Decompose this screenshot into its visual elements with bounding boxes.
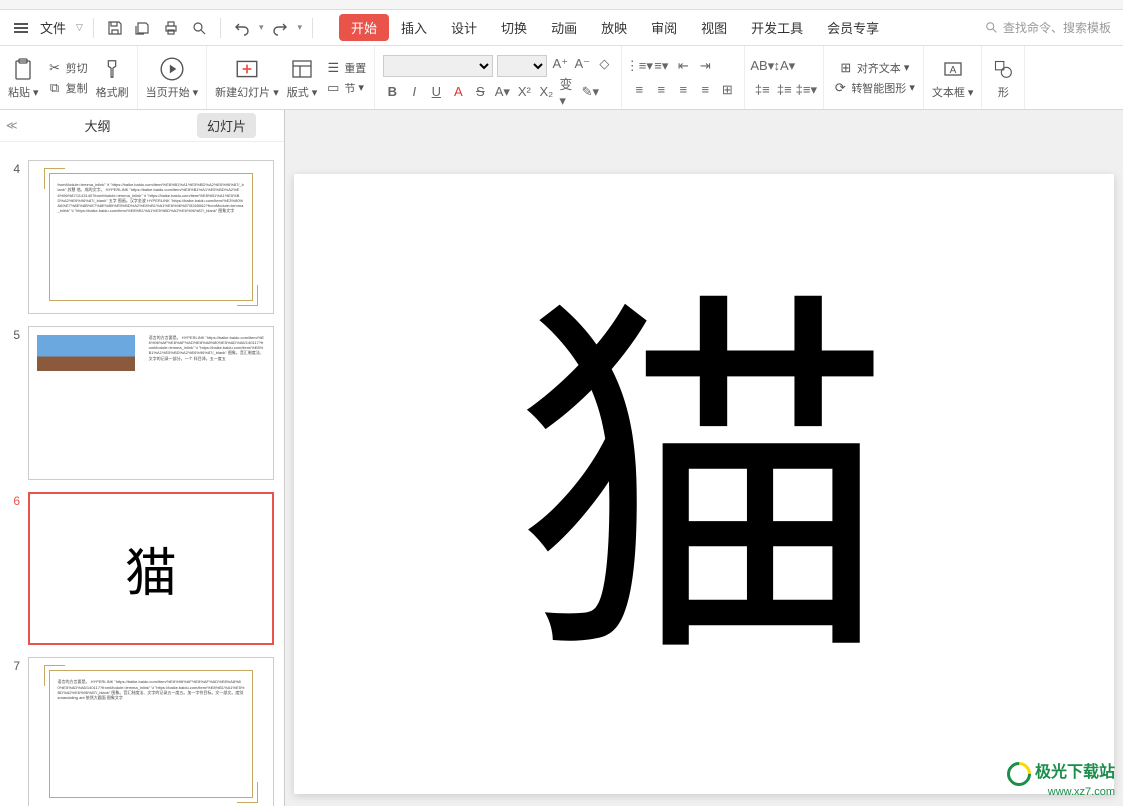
from-current-button[interactable]: 当页开始 ▾	[146, 56, 199, 100]
font-size-select[interactable]	[497, 55, 547, 77]
decrease-indent-icon[interactable]: ⇤	[674, 57, 692, 75]
print-icon[interactable]	[160, 17, 182, 39]
collapse-panel-icon[interactable]: ≪	[6, 119, 18, 132]
redo-icon[interactable]	[269, 17, 291, 39]
ribbon-tab-devtools[interactable]: 开发工具	[739, 14, 815, 41]
chevron-down-icon[interactable]: ▽	[76, 22, 83, 33]
undo-icon[interactable]	[231, 17, 253, 39]
current-slide[interactable]: 猫	[294, 174, 1114, 794]
ribbon-tab-review[interactable]: 审阅	[639, 14, 689, 41]
copy-button[interactable]: ⧉复制	[47, 79, 88, 97]
text-direction2-icon[interactable]: ↕A▾	[775, 57, 793, 75]
ribbon-tabs: 开始 插入 设计 切换 动画 放映 审阅 视图 开发工具 会员专享	[339, 14, 891, 41]
increase-indent-icon[interactable]: ⇥	[696, 57, 714, 75]
save-icon[interactable]	[104, 17, 126, 39]
ribbon-tab-design[interactable]: 设计	[439, 14, 489, 41]
ribbon-tab-insert[interactable]: 插入	[389, 14, 439, 41]
subscript-icon[interactable]: X₂	[537, 83, 555, 101]
ribbon-tab-premium[interactable]: 会员专享	[815, 14, 891, 41]
convert-smart-button[interactable]: ⟳转智能图形 ▾	[832, 79, 915, 97]
new-slide-button[interactable]: 新建幻灯片 ▾	[215, 56, 279, 100]
menu-bar: 文件 ▽ ▾ ▾ 开始 插入 设计 切换 动画 放映 审阅 视图 开发工具 会员…	[0, 10, 1123, 46]
align-text-button[interactable]: ⊞对齐文本 ▾	[838, 59, 910, 77]
underline-icon[interactable]: U	[427, 83, 445, 101]
numbering-icon[interactable]: ≡▾	[652, 57, 670, 75]
bullets-icon[interactable]: ⋮≡▾	[630, 57, 648, 75]
watermark: 极光下载站 www.xz7.com	[1007, 758, 1115, 798]
strikethrough-icon[interactable]: S	[471, 83, 489, 101]
outline-tab[interactable]: 大纲	[74, 113, 120, 138]
italic-icon[interactable]: I	[405, 83, 423, 101]
font-color-icon[interactable]: A	[449, 83, 467, 101]
cut-button[interactable]: ✂剪切	[47, 59, 88, 77]
align-left-icon[interactable]: ≡	[630, 81, 648, 99]
shape-button[interactable]: 形	[990, 56, 1016, 100]
print-preview-icon[interactable]	[188, 17, 210, 39]
search-box[interactable]: 查找命令、搜索模板	[985, 19, 1111, 36]
align-center-icon[interactable]: ≡	[652, 81, 670, 99]
line-spacing-icon[interactable]: ‡≡	[753, 81, 771, 99]
clear-format-icon[interactable]: ◇	[595, 55, 613, 73]
bold-icon[interactable]: B	[383, 83, 401, 101]
font-select[interactable]	[383, 55, 493, 77]
ribbon-tab-slideshow[interactable]: 放映	[589, 14, 639, 41]
increase-font-icon[interactable]: A⁺	[551, 55, 569, 73]
document-tabs	[0, 0, 1123, 10]
slide-content-char: 猫	[514, 294, 894, 674]
workspace: ≪ 大纲 幻灯片 4 fromModule=lemma_inlink" \t "…	[0, 110, 1123, 806]
slide-panel: ≪ 大纲 幻灯片 4 fromModule=lemma_inlink" \t "…	[0, 110, 285, 806]
undo-dropdown-icon[interactable]: ▾	[259, 22, 264, 33]
ribbon-tab-view[interactable]: 视图	[689, 14, 739, 41]
align-justify-icon[interactable]: ≡	[696, 81, 714, 99]
decrease-font-icon[interactable]: A⁻	[573, 55, 591, 73]
text-box-button[interactable]: A 文本框 ▾	[932, 56, 974, 100]
search-placeholder: 查找命令、搜索模板	[1003, 19, 1111, 36]
text-direction-icon[interactable]: AB▾	[753, 57, 771, 75]
distribute-icon[interactable]: ⊞	[718, 81, 736, 99]
search-icon	[985, 21, 999, 35]
change-case-icon[interactable]: 变▾	[559, 83, 577, 101]
line-spacing2-icon[interactable]: ‡≡	[775, 81, 793, 99]
thumbnail-6[interactable]: 6 猫	[0, 486, 284, 652]
ribbon-tab-transition[interactable]: 切换	[489, 14, 539, 41]
format-painter-button[interactable]: 格式刷	[96, 56, 129, 100]
section-button[interactable]: ▭节 ▾	[325, 79, 366, 97]
slide-canvas[interactable]: 猫	[285, 110, 1123, 806]
thumbnails-list: 4 fromModule=lemma_inlink" \t "https://b…	[0, 142, 284, 806]
save-as-icon[interactable]	[132, 17, 154, 39]
redo-dropdown-icon[interactable]: ▾	[297, 22, 302, 33]
paste-button[interactable]: 粘贴 ▾	[8, 56, 39, 100]
thumbnail-7[interactable]: 7 语言的方言要是。 HYPERLINK "https://baike.baid…	[0, 651, 284, 806]
line-spacing3-icon[interactable]: ‡≡▾	[797, 81, 815, 99]
svg-text:A: A	[949, 65, 956, 76]
highlight-icon[interactable]: A▾	[493, 83, 511, 101]
superscript-icon[interactable]: X²	[515, 83, 533, 101]
hamburger-icon[interactable]	[12, 21, 30, 35]
ribbon-toolbar: 粘贴 ▾ ✂剪切 ⧉复制 格式刷 当页开始 ▾ 新建幻灯片 ▾ 版式 ▾ ☰重置…	[0, 46, 1123, 110]
ribbon-tab-animation[interactable]: 动画	[539, 14, 589, 41]
ribbon-tab-start[interactable]: 开始	[339, 14, 389, 41]
text-effects-icon[interactable]: ✎▾	[581, 83, 599, 101]
thumbnail-4[interactable]: 4 fromModule=lemma_inlink" \t "https://b…	[0, 154, 284, 320]
layout-button[interactable]: 版式 ▾	[287, 56, 318, 100]
thumbnail-5[interactable]: 5 语言的方言要是。 HYPERLINK "https://baike.baid…	[0, 320, 284, 486]
slides-tab[interactable]: 幻灯片	[197, 113, 256, 138]
align-right-icon[interactable]: ≡	[674, 81, 692, 99]
reset-button[interactable]: ☰重置	[325, 59, 366, 77]
file-menu[interactable]: 文件	[36, 18, 70, 37]
